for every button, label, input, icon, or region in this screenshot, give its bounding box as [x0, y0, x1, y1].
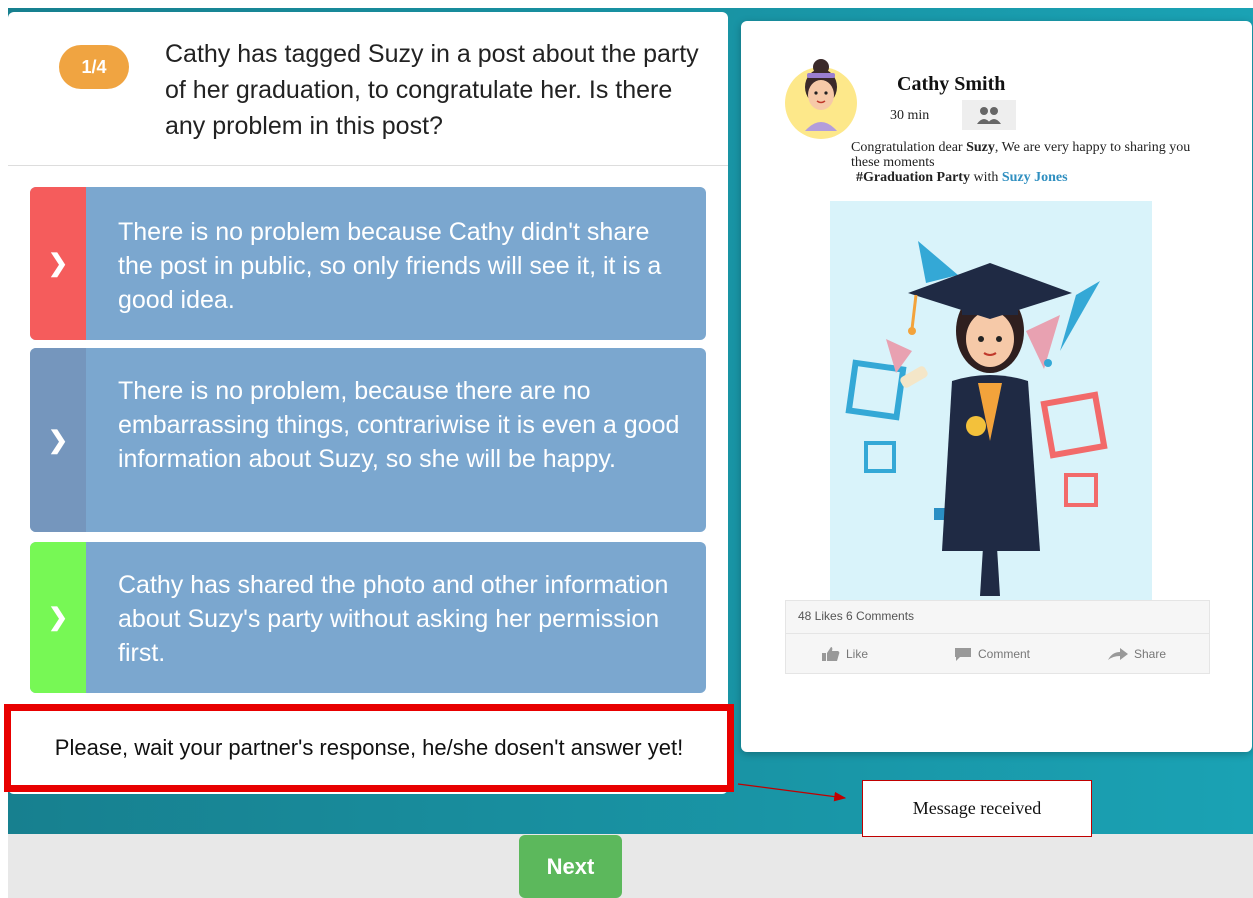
comment-label: Comment: [978, 647, 1031, 661]
social-post-card: Cathy Smith 30 min Congratulation dear S…: [741, 21, 1252, 752]
post-author[interactable]: Cathy Smith: [897, 73, 1005, 96]
caption-text: Congratulation dear: [851, 140, 967, 155]
chevron-right-icon: ❯: [47, 604, 69, 631]
next-button[interactable]: Next: [519, 835, 622, 898]
tagged-user-link[interactable]: Suzy Jones: [1002, 170, 1068, 185]
divider: [786, 633, 1209, 634]
share-button[interactable]: Share: [1108, 647, 1166, 661]
chevron-right-icon: ❯: [47, 250, 69, 277]
caption-mention: Suzy: [966, 140, 995, 155]
post-caption: Congratulation dear Suzy, We are very ha…: [851, 140, 1211, 185]
share-arrow-icon: [1108, 648, 1128, 660]
answer-option-2[interactable]: ❯ There is no problem, because there are…: [30, 348, 706, 532]
engagement-stats: 48 Likes 6 Comments: [798, 609, 915, 623]
divider: [8, 165, 728, 166]
like-label: Like: [846, 647, 869, 661]
answer-option-3[interactable]: ❯ Cathy has shared the photo and other i…: [30, 542, 706, 693]
graduation-photo: [830, 201, 1152, 600]
chevron-right-icon: ❯: [47, 426, 69, 454]
option-text: There is no problem, because there are n…: [118, 377, 680, 473]
author-avatar: [785, 59, 857, 139]
quiz-panel: 1/4 Cathy has tagged Suzy in a post abou…: [8, 12, 728, 794]
thumbs-up-icon: [822, 647, 840, 661]
option-indicator: ❯: [30, 542, 86, 693]
friends-icon: [962, 100, 1016, 130]
option-text: Cathy has shared the photo and other inf…: [118, 571, 669, 667]
share-label: Share: [1134, 647, 1167, 661]
answer-option-1[interactable]: ❯ There is no problem because Cathy didn…: [30, 187, 706, 340]
like-button[interactable]: Like: [822, 647, 868, 661]
partner-wait-message: Please, wait your partner's response, he…: [4, 704, 734, 792]
comment-icon: [955, 648, 971, 661]
question-text: Cathy has tagged Suzy in a post about th…: [165, 40, 699, 140]
option-text: There is no problem because Cathy didn't…: [118, 218, 662, 314]
comment-button[interactable]: Comment: [954, 647, 1030, 661]
hashtag[interactable]: #Graduation Party: [856, 170, 970, 185]
post-reactions: 48 Likes 6 Comments Like Comment Share: [785, 600, 1210, 674]
post-time: 30 min: [890, 108, 930, 123]
option-indicator: ❯: [30, 187, 86, 340]
option-indicator: ❯: [30, 348, 86, 532]
message-received-callout: Message received: [862, 780, 1092, 837]
caption-with: with: [969, 170, 1002, 185]
footer-bar: [8, 834, 1253, 898]
caption-tag-line: #Graduation Party with Suzy Jones: [856, 170, 1211, 185]
progress-badge: 1/4: [59, 45, 129, 89]
